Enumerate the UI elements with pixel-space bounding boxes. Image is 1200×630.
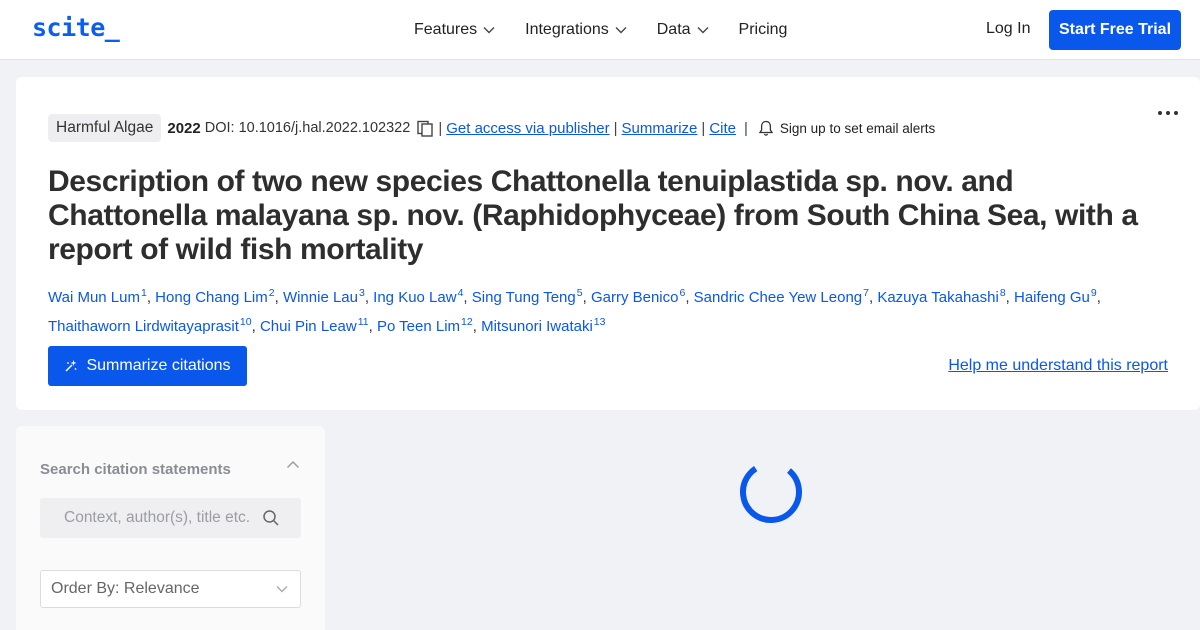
author-link[interactable]: Sing Tung Teng5 <box>471 287 583 306</box>
author-name: Garry Benico <box>590 289 679 306</box>
email-alerts-link[interactable]: Sign up to set email alerts <box>780 121 935 136</box>
sparkle-icon <box>65 360 77 372</box>
author-link[interactable]: Wai Mun Lum1 <box>48 287 147 306</box>
author-name: Wai Mun Lum <box>48 289 140 306</box>
summarize-link[interactable]: Summarize <box>622 120 698 137</box>
author-separator: , <box>1096 289 1101 306</box>
author-separator: , <box>472 318 482 335</box>
nav-data-label: Data <box>656 21 691 38</box>
paper-title: Description of two new species Chattonel… <box>48 165 1138 266</box>
citation-search-panel: Search citation statements Order By: Rel… <box>16 426 325 630</box>
author-list: Wai Mun Lum1, Hong Chang Lim2, Winnie La… <box>48 281 1178 339</box>
author-separator: , <box>274 289 283 306</box>
chevron-down-icon <box>276 586 288 593</box>
author-link[interactable]: Chui Pin Leaw11 <box>259 316 369 335</box>
more-options-icon[interactable] <box>1158 111 1178 115</box>
author-name: Kazuya Takahashi <box>877 289 999 306</box>
author-affiliation-number: 12 <box>461 316 473 328</box>
author-affiliation-number: 11 <box>357 316 369 328</box>
chevron-down-icon <box>697 27 709 34</box>
nav-features-label: Features <box>414 21 478 38</box>
author-name: Winnie Lau <box>282 289 358 306</box>
citation-search-input[interactable] <box>40 498 260 538</box>
nav-pricing-label: Pricing <box>738 21 788 38</box>
nav-data[interactable]: Data <box>657 21 709 39</box>
help-understand-link[interactable]: Help me understand this report <box>948 357 1168 375</box>
start-free-trial-button[interactable]: Start Free Trial <box>1049 10 1181 50</box>
author-link[interactable]: Haifeng Gu9 <box>1014 287 1097 306</box>
separator: | <box>701 119 706 137</box>
author-affiliation-number: 10 <box>239 316 252 328</box>
author-separator: , <box>685 289 694 306</box>
main-nav: Features Integrations Data Pricing <box>414 0 817 60</box>
publisher-access-link[interactable]: Get access via publisher <box>446 120 609 137</box>
author-link[interactable]: Ing Kuo Law4 <box>373 287 463 306</box>
chevron-down-icon <box>615 27 627 34</box>
author-name: Hong Chang Lim <box>155 289 268 306</box>
publication-year: 2022 <box>167 119 201 137</box>
nav-pricing[interactable]: Pricing <box>739 21 788 39</box>
author-link[interactable]: Thaithaworn Lirdwitayaprasit10 <box>48 316 252 335</box>
summarize-citations-button[interactable]: Summarize citations <box>48 346 247 386</box>
login-link[interactable]: Log In <box>986 20 1030 38</box>
paper-meta-row: Harmful Algae 2022 DOI: 10.1016/j.hal.20… <box>48 113 935 143</box>
author-name: Thaithaworn Lirdwitayaprasit <box>48 318 239 335</box>
author-separator: , <box>146 289 156 306</box>
author-name: Haifeng Gu <box>1014 289 1090 306</box>
author-link[interactable]: Po Teen Lim12 <box>376 316 473 335</box>
author-name: Ing Kuo Law <box>373 289 457 306</box>
author-name: Mitsunori Iwataki <box>481 318 593 335</box>
search-icon[interactable] <box>262 509 280 527</box>
author-separator: , <box>368 318 377 335</box>
summarize-citations-label: Summarize citations <box>86 357 231 374</box>
cite-link[interactable]: Cite <box>709 120 736 137</box>
author-separator: , <box>463 289 472 306</box>
author-affiliation-number: 13 <box>593 316 606 328</box>
separator: | <box>744 119 748 137</box>
doi-text: DOI: 10.1016/j.hal.2022.102322 <box>204 120 411 136</box>
chevron-down-icon <box>483 27 495 34</box>
author-name: Chui Pin Leaw <box>259 318 357 335</box>
author-separator: , <box>582 289 591 306</box>
separator: | <box>613 119 618 137</box>
separator: | <box>438 119 443 137</box>
top-navbar: scite_ Features Integrations Data Pricin… <box>0 0 1200 60</box>
chevron-up-icon[interactable] <box>286 460 300 469</box>
author-link[interactable]: Winnie Lau3 <box>282 287 365 306</box>
citation-search-box <box>40 498 301 538</box>
nav-integrations[interactable]: Integrations <box>525 21 627 39</box>
copy-icon[interactable] <box>416 119 434 137</box>
author-name: Sing Tung Teng <box>471 289 576 306</box>
author-name: Po Teen Lim <box>376 318 461 335</box>
bell-icon[interactable] <box>758 120 774 137</box>
author-link[interactable]: Garry Benico6 <box>590 287 685 306</box>
author-link[interactable]: Kazuya Takahashi8 <box>877 287 1005 306</box>
author-link[interactable]: Sandric Chee Yew Leong7 <box>693 287 869 306</box>
author-link[interactable]: Hong Chang Lim2 <box>155 287 274 306</box>
author-separator: , <box>251 318 260 335</box>
loading-spinner-icon <box>740 461 802 523</box>
search-citations-heading: Search citation statements <box>40 461 231 478</box>
journal-badge[interactable]: Harmful Algae <box>48 114 162 142</box>
order-by-value: Order By: Relevance <box>51 580 200 597</box>
nav-features[interactable]: Features <box>414 21 495 39</box>
author-separator: , <box>364 289 374 306</box>
scite-logo[interactable]: scite_ <box>32 13 120 42</box>
order-by-select[interactable]: Order By: Relevance <box>40 570 301 608</box>
author-link[interactable]: Mitsunori Iwataki13 <box>481 316 606 335</box>
author-separator: , <box>1005 289 1014 306</box>
nav-integrations-label: Integrations <box>525 21 609 38</box>
paper-card: Harmful Algae 2022 DOI: 10.1016/j.hal.20… <box>16 77 1200 410</box>
author-name: Sandric Chee Yew Leong <box>693 289 863 306</box>
